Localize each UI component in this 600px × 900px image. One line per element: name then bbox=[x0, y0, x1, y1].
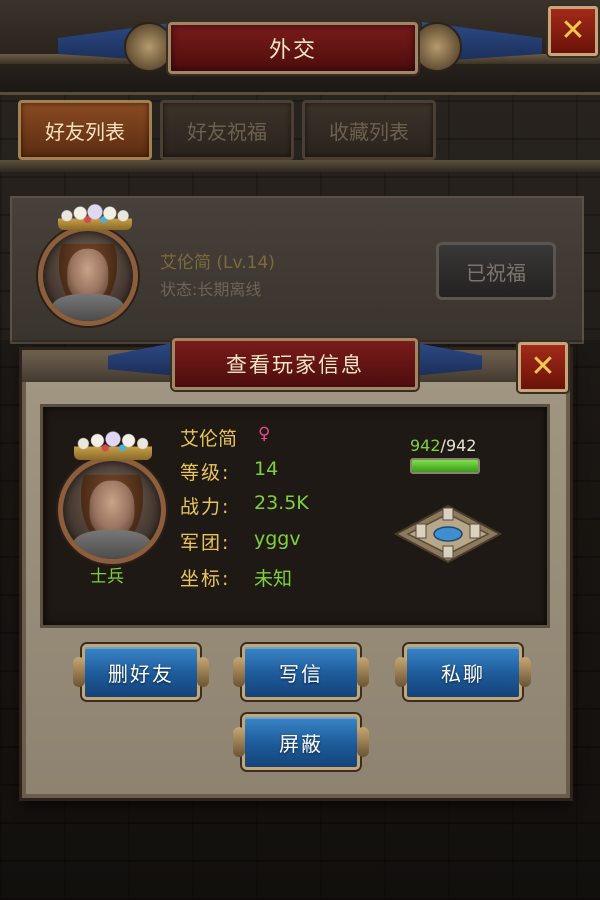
ornament-left-icon bbox=[124, 22, 174, 72]
hp-current: 942 bbox=[410, 436, 441, 455]
friend-status: 状态:长期离线 bbox=[160, 280, 262, 299]
player-avatar bbox=[58, 456, 166, 564]
hp-readout: 942/942 bbox=[410, 436, 476, 455]
info-value: yggv bbox=[254, 528, 301, 550]
write-letter-button[interactable]: 写信 bbox=[233, 644, 369, 700]
delete-friend-button[interactable]: 删好友 bbox=[73, 644, 209, 700]
info-label: 战力: bbox=[180, 496, 231, 518]
fortress-icon[interactable] bbox=[392, 498, 504, 568]
info-row-power: 战力: 23.5K bbox=[180, 492, 309, 519]
ornament-right-icon bbox=[412, 22, 462, 72]
info-row-coordinates: 坐标: 未知 bbox=[180, 564, 292, 591]
tab-label: 收藏列表 bbox=[329, 119, 409, 144]
crown-icon bbox=[74, 430, 152, 460]
private-chat-button[interactable]: 私聊 bbox=[395, 644, 531, 700]
block-button[interactable]: 屏蔽 bbox=[233, 714, 369, 770]
modal-title: 查看玩家信息 bbox=[226, 353, 364, 377]
info-value: 23.5K bbox=[254, 492, 309, 514]
avatar-face bbox=[89, 480, 135, 536]
tab-label: 好友列表 bbox=[45, 119, 125, 144]
modal-close-button[interactable]: ✕ bbox=[518, 342, 568, 392]
info-value: 未知 bbox=[254, 568, 293, 590]
close-icon: ✕ bbox=[560, 13, 586, 48]
friend-avatar bbox=[38, 226, 138, 326]
button-label: 屏蔽 bbox=[279, 731, 323, 756]
blessed-button[interactable]: 已祝福 bbox=[436, 242, 556, 300]
tab-favorites[interactable]: 收藏列表 bbox=[302, 100, 436, 160]
tab-friend-list[interactable]: 好友列表 bbox=[18, 100, 152, 160]
tabs-divider bbox=[0, 160, 600, 172]
info-value: 14 bbox=[254, 458, 279, 480]
avatar-armor bbox=[72, 529, 152, 559]
close-icon: ✕ bbox=[530, 349, 556, 384]
player-rank: 士兵 bbox=[90, 567, 124, 587]
hp-max: /942 bbox=[440, 436, 477, 455]
button-label: 私聊 bbox=[441, 661, 485, 686]
info-label: 坐标: bbox=[180, 568, 231, 590]
crown-icon bbox=[58, 204, 132, 230]
button-label: 写信 bbox=[279, 661, 323, 686]
info-row-legion: 军团: yggv bbox=[180, 528, 301, 555]
close-button[interactable]: ✕ bbox=[548, 6, 598, 56]
hp-bar-fill bbox=[412, 460, 478, 472]
info-row-level: 等级: 14 bbox=[180, 458, 278, 485]
tab-label: 好友祝福 bbox=[187, 119, 267, 144]
page-title-plate: 外交 bbox=[168, 22, 418, 74]
info-label: 军团: bbox=[180, 532, 231, 554]
info-label: 等级: bbox=[180, 462, 231, 484]
player-name: 艾伦简 bbox=[180, 428, 238, 450]
avatar-face bbox=[67, 248, 109, 300]
blessed-label: 已祝福 bbox=[466, 260, 526, 285]
female-icon: ♀ bbox=[258, 424, 271, 444]
hp-bar bbox=[410, 458, 480, 474]
modal-title-plate: 查看玩家信息 bbox=[172, 338, 418, 390]
friend-name: 艾伦简 (Lv.14) bbox=[160, 253, 275, 273]
button-label: 删好友 bbox=[108, 661, 174, 686]
page-title: 外交 bbox=[268, 38, 317, 63]
tab-friend-blessings[interactable]: 好友祝福 bbox=[160, 100, 294, 160]
